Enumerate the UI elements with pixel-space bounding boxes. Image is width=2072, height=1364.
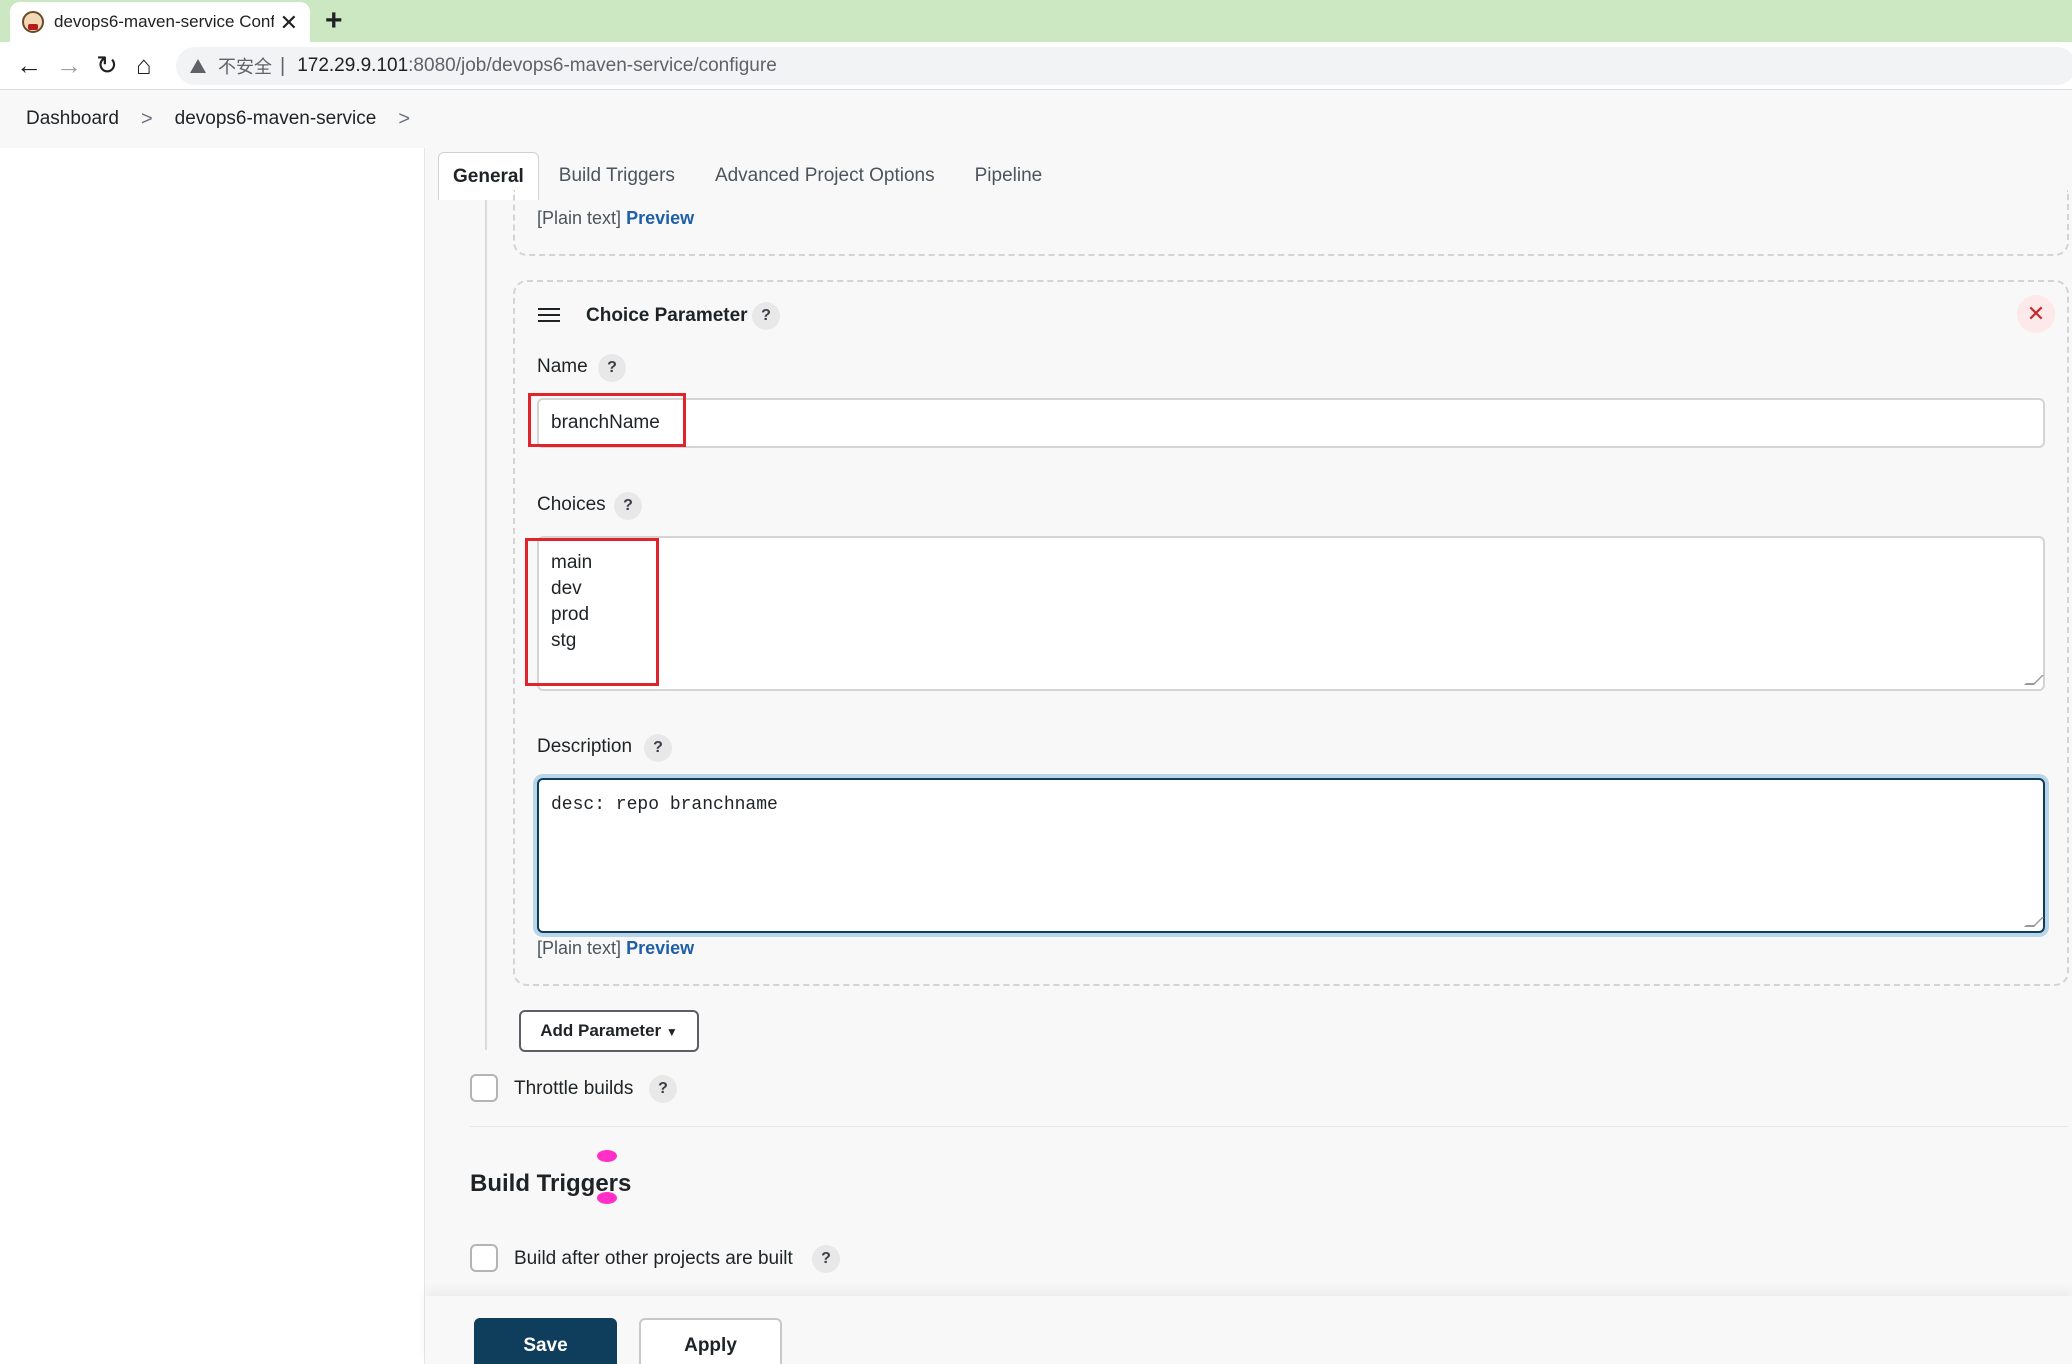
help-icon[interactable]: ?: [598, 354, 626, 382]
plain-text-label: [Plain text]: [537, 208, 622, 228]
preview-link[interactable]: Preview: [626, 938, 694, 958]
side-panel: [0, 148, 425, 1364]
browser-tab[interactable]: devops6-maven-service Config ✕: [10, 2, 310, 42]
tab-close-icon[interactable]: ✕: [280, 10, 298, 36]
insecure-label: 不安全: [218, 57, 272, 77]
reload-icon[interactable]: ↻: [96, 50, 118, 81]
build-after-other-label: Build after other projects are built: [514, 1248, 793, 1269]
breadcrumb-separator-icon: >: [140, 107, 153, 130]
choices-label: Choices: [537, 494, 606, 515]
name-input[interactable]: [537, 398, 2045, 448]
add-parameter-button[interactable]: Add Parameter ▼: [519, 1010, 699, 1052]
remove-parameter-icon[interactable]: ✕: [2017, 295, 2055, 333]
choice-item: main: [551, 552, 593, 573]
description-textarea[interactable]: desc: repo branchname: [537, 778, 2045, 933]
tab-title: devops6-maven-service Config: [54, 12, 274, 31]
breadcrumb: Dashboard > devops6-maven-service >: [0, 90, 2072, 148]
drag-handle-icon[interactable]: [538, 308, 560, 326]
url-separator: |: [280, 54, 286, 77]
parameter-title: Choice Parameter: [586, 305, 748, 326]
url-input[interactable]: 不安全 | 172.29.9.101 :8080/job/devops6-mav…: [176, 47, 2072, 85]
previous-parameter-box: [513, 190, 2069, 256]
throttle-builds-label: Throttle builds: [514, 1078, 634, 1099]
parameters-guide-line: [485, 200, 487, 1050]
name-label: Name: [537, 356, 588, 377]
help-icon[interactable]: ?: [614, 492, 642, 520]
resize-handle-icon[interactable]: [2024, 675, 2044, 685]
choice-item: dev: [551, 578, 582, 599]
throttle-builds-checkbox[interactable]: [470, 1074, 498, 1102]
breadcrumb-job[interactable]: devops6-maven-service: [175, 108, 377, 130]
description-plain-text: [Plain text] Preview: [537, 938, 694, 959]
jenkins-favicon-icon: [22, 11, 44, 33]
cursor-marker-icon: [597, 1192, 617, 1204]
new-tab-icon[interactable]: +: [325, 4, 343, 38]
plain-text-label: [Plain text]: [537, 938, 622, 958]
highlight-box: [528, 393, 686, 447]
resize-handle-icon[interactable]: [2024, 917, 2044, 927]
warning-icon: [190, 59, 206, 73]
choice-item: prod: [551, 604, 590, 625]
apply-button[interactable]: Apply: [639, 1318, 782, 1364]
section-divider: [470, 1126, 2068, 1127]
save-button[interactable]: Save: [474, 1318, 617, 1364]
highlight-box: [525, 538, 659, 686]
previous-plain-text: [Plain text] Preview: [537, 208, 694, 229]
cursor-marker-icon: [597, 1150, 617, 1162]
browser-tabbar: devops6-maven-service Config ✕ +: [0, 0, 2072, 42]
caret-down-icon: ▼: [665, 1025, 678, 1039]
url-host: 172.29.9.101: [297, 55, 409, 76]
add-parameter-label: Add Parameter: [540, 1021, 662, 1040]
preview-link[interactable]: Preview: [626, 208, 694, 228]
breadcrumb-dashboard[interactable]: Dashboard: [26, 108, 119, 130]
build-after-other-checkbox[interactable]: [470, 1244, 498, 1272]
help-icon[interactable]: ?: [644, 734, 672, 762]
description-text: desc: repo branchname: [551, 795, 778, 815]
breadcrumb-separator-icon[interactable]: >: [398, 108, 410, 131]
forward-icon[interactable]: →: [56, 50, 82, 81]
back-icon[interactable]: ←: [16, 50, 42, 81]
help-icon[interactable]: ?: [812, 1245, 840, 1273]
choice-item: stg: [551, 630, 577, 651]
help-icon[interactable]: ?: [649, 1075, 677, 1103]
home-icon[interactable]: ⌂: [136, 50, 152, 81]
choices-textarea[interactable]: main dev prod stg: [537, 536, 2045, 691]
description-label: Description: [537, 736, 633, 757]
url-path: :8080/job/devops6-maven-service/configur…: [408, 55, 777, 76]
address-bar: ← → ↻ ⌂ 不安全 | 172.29.9.101 :8080/job/dev…: [0, 42, 2072, 90]
help-icon[interactable]: ?: [752, 302, 780, 330]
